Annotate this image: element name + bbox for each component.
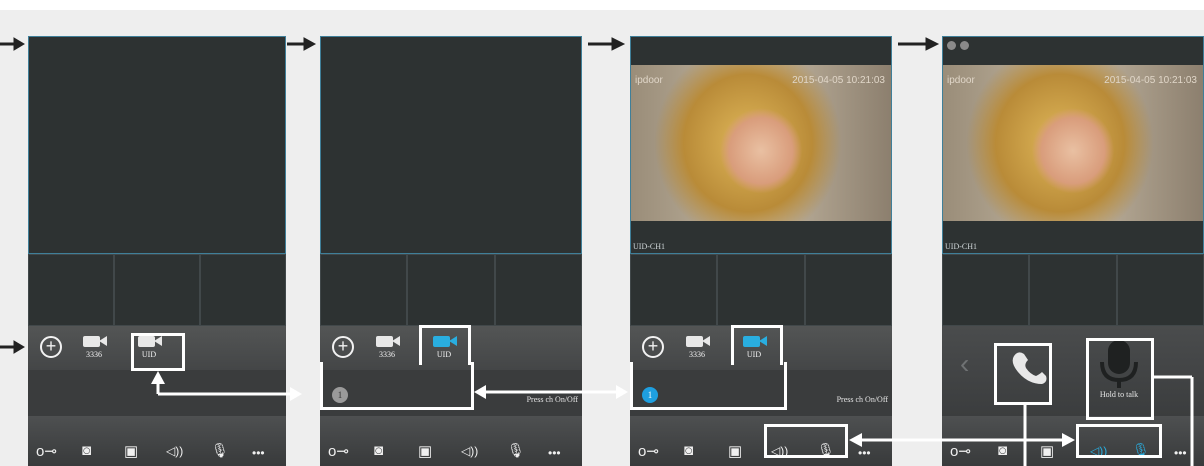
connector-arrows [151,371,1194,466]
